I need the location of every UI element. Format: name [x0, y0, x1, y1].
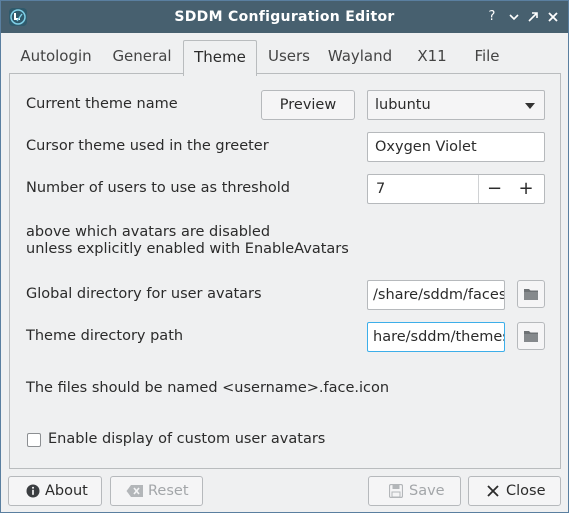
tab-file[interactable]: File [469, 40, 505, 74]
title-bar[interactable]: SDDM Configuration Editor ? [1, 1, 568, 33]
cursor-theme-label: Cursor theme used in the greeter [26, 138, 269, 154]
theme-dir-value: hare/sddm/themes [373, 329, 505, 345]
theme-panel: Current theme name Preview lubuntu Curso… [9, 73, 561, 469]
main-window: SDDM Configuration Editor ? Autologin Ge… [0, 0, 569, 513]
increment-button[interactable]: + [510, 175, 542, 203]
cursor-theme-input[interactable]: Oxygen Violet [367, 132, 545, 162]
theme-select[interactable]: lubuntu [367, 90, 545, 120]
folder-icon [524, 289, 538, 300]
tab-theme[interactable]: Theme [183, 40, 257, 76]
tab-autologin[interactable]: Autologin [17, 40, 95, 74]
tab-x11[interactable]: X11 [412, 40, 452, 74]
maximize-icon[interactable] [525, 9, 541, 25]
close-label: Close [506, 483, 546, 499]
help-icon[interactable]: ? [484, 9, 500, 25]
browse-global-dir-button[interactable] [517, 280, 545, 308]
browse-theme-dir-button[interactable] [517, 322, 545, 350]
tab-wayland[interactable]: Wayland [323, 40, 397, 74]
tab-bar: Autologin General Theme Users Wayland X1… [9, 40, 561, 76]
threshold-help-line2: unless explicitly enabled with EnableAva… [26, 241, 349, 257]
save-icon [389, 484, 403, 498]
enable-avatars-label[interactable]: Enable display of custom user avatars [48, 431, 325, 447]
current-theme-label: Current theme name [26, 96, 178, 112]
theme-dir-input[interactable]: hare/sddm/themes [367, 322, 505, 352]
threshold-spinbox[interactable]: 7 − + [367, 174, 545, 204]
enable-avatars-checkbox[interactable] [27, 433, 41, 447]
preview-button[interactable]: Preview [261, 90, 355, 120]
tab-users[interactable]: Users [265, 40, 313, 74]
save-button[interactable]: Save [368, 476, 461, 506]
close-icon[interactable] [545, 9, 561, 25]
global-dir-input[interactable]: /share/sddm/faces [367, 280, 505, 310]
theme-select-value: lubuntu [375, 97, 431, 113]
save-label: Save [409, 483, 445, 499]
close-button[interactable]: Close [468, 476, 561, 506]
files-note: The files should be named <username>.fac… [26, 380, 390, 396]
folder-icon [524, 331, 538, 342]
tab-general[interactable]: General [107, 40, 177, 74]
threshold-label: Number of users to use as threshold [26, 180, 291, 196]
info-icon [26, 484, 40, 498]
window-title: SDDM Configuration Editor [174, 9, 395, 25]
minimize-icon[interactable] [506, 9, 522, 25]
decrement-button[interactable]: − [478, 175, 510, 203]
close-x-icon [487, 485, 499, 497]
threshold-help-line1: above which avatars are disabled [26, 224, 271, 240]
theme-dir-label: Theme directory path [26, 328, 184, 344]
about-button[interactable]: About [8, 476, 102, 506]
threshold-value: 7 [376, 181, 386, 197]
reset-label: Reset [148, 483, 189, 499]
about-label: About [45, 483, 88, 499]
backspace-icon [126, 485, 143, 497]
global-dir-label: Global directory for user avatars [26, 286, 262, 302]
chevron-down-icon [525, 103, 535, 109]
reset-button[interactable]: Reset [110, 476, 203, 506]
